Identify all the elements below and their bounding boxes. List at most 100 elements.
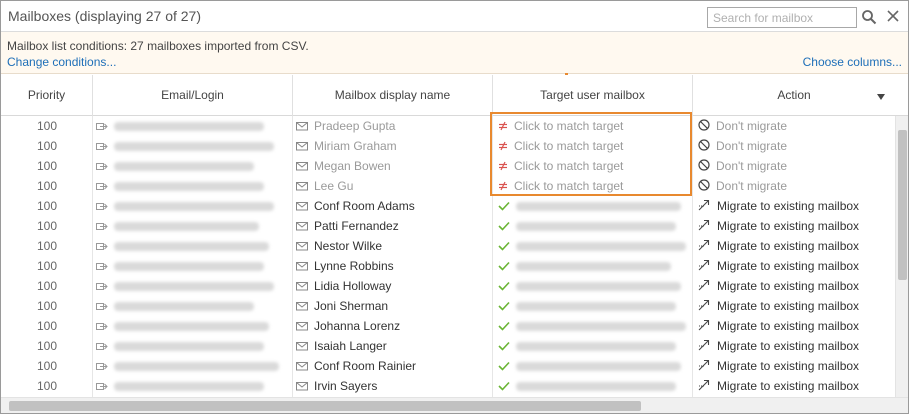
table-row[interactable]: 100 Irvin Sayers Migrate to existing mailb…	[1, 376, 895, 396]
table-row[interactable]: 100 Lynne Robbins Migrate to existing mail…	[1, 256, 895, 276]
prohibit-icon	[698, 117, 710, 136]
table-row[interactable]: 100 Conf Room Adams Migrate to existing ma…	[1, 196, 895, 216]
target-cell[interactable]: Click to match target	[493, 116, 693, 136]
envelope-icon	[296, 297, 308, 316]
redacted-target	[516, 202, 681, 212]
redacted-target	[516, 362, 681, 372]
table-row[interactable]: 100 Patti Fernandez Migrate to existing ma…	[1, 216, 895, 236]
email-cell	[93, 376, 293, 396]
vertical-scrollbar-thumb[interactable]	[898, 130, 907, 280]
match-target-link[interactable]: Click to match target	[514, 139, 623, 153]
action-cell[interactable]: Migrate to existing mailbox	[693, 376, 895, 396]
display-name-cell: Johanna Lorenz	[293, 316, 493, 336]
table-row[interactable]: 100 Johanna Lorenz Migrate to existing mai…	[1, 316, 895, 336]
not-equal-icon	[498, 117, 508, 136]
priority-cell: 100	[36, 119, 58, 133]
action-text: Migrate to existing mailbox	[717, 379, 860, 393]
table-row[interactable]: 100 Nestor Wilke Migrate to existing mailb…	[1, 236, 895, 256]
redacted-email	[114, 182, 264, 192]
action-cell[interactable]: Migrate to existing mailbox	[693, 256, 895, 276]
migrate-arrows-icon	[698, 317, 711, 336]
column-header-email[interactable]: Email/Login	[93, 75, 293, 116]
search-icon[interactable]	[861, 9, 877, 25]
envelope-icon	[296, 117, 308, 136]
display-name-cell: Patti Fernandez	[293, 216, 493, 236]
migrate-arrows-icon	[698, 337, 711, 356]
column-header-action[interactable]: Action	[693, 75, 895, 116]
action-cell[interactable]: Don't migrate	[693, 156, 895, 176]
vertical-scrollbar[interactable]	[895, 116, 908, 397]
search-input[interactable]	[707, 7, 857, 28]
match-target-link[interactable]: Click to match target	[514, 159, 623, 173]
target-cell	[493, 236, 693, 256]
action-text: Migrate to existing mailbox	[717, 299, 860, 313]
display-name-cell: Conf Room Rainier	[293, 356, 493, 376]
action-text: Don't migrate	[716, 179, 787, 193]
match-target-link[interactable]: Click to match target	[514, 179, 623, 193]
column-header-priority[interactable]: Priority	[1, 75, 93, 116]
email-cell	[93, 296, 293, 316]
check-icon	[498, 217, 510, 236]
target-cell[interactable]: Click to match target	[493, 136, 693, 156]
table-row[interactable]: 100 Lidia Holloway Migrate to existing mai…	[1, 276, 895, 296]
column-header-display-name[interactable]: Mailbox display name	[293, 75, 493, 116]
email-cell	[93, 196, 293, 216]
migrate-arrows-icon	[698, 237, 711, 256]
horizontal-scrollbar-thumb[interactable]	[9, 401, 641, 411]
redacted-email	[114, 382, 264, 392]
envelope-icon	[296, 277, 308, 296]
migrate-arrows-icon	[698, 357, 711, 376]
mailboxes-window: Mailboxes (displaying 27 of 27) Mailbox …	[0, 0, 909, 414]
redacted-target	[516, 282, 681, 292]
email-cell	[93, 276, 293, 296]
display-name-cell: Lidia Holloway	[293, 276, 493, 296]
action-text: Migrate to existing mailbox	[717, 319, 860, 333]
table-row[interactable]: 100 Isaiah Langer Migrate to existing mail…	[1, 336, 895, 356]
change-conditions-link[interactable]: Change conditions...	[7, 55, 116, 69]
table-row[interactable]: 100 Miriam Graham Click to match target Don…	[1, 136, 895, 156]
action-cell[interactable]: Migrate to existing mailbox	[693, 196, 895, 216]
action-cell[interactable]: Don't migrate	[693, 116, 895, 136]
action-text: Don't migrate	[716, 139, 787, 153]
table-row[interactable]: 100 Conf Room Rainier Migrate to existing …	[1, 356, 895, 376]
display-name-text: Conf Room Rainier	[314, 359, 417, 373]
match-target-link[interactable]: Click to match target	[514, 119, 623, 133]
display-name-text: Miriam Graham	[314, 139, 397, 153]
column-header-target[interactable]: Target user mailbox	[493, 75, 693, 116]
email-cell	[93, 136, 293, 156]
envelope-icon	[296, 237, 308, 256]
action-cell[interactable]: Don't migrate	[693, 136, 895, 156]
table-row[interactable]: 100 Megan Bowen Click to match target Don't…	[1, 156, 895, 176]
horizontal-scrollbar[interactable]	[1, 397, 908, 413]
email-cell	[93, 256, 293, 276]
display-name-text: Lidia Holloway	[314, 279, 392, 293]
redacted-email	[114, 202, 274, 212]
action-cell[interactable]: Migrate to existing mailbox	[693, 236, 895, 256]
action-cell[interactable]: Migrate to existing mailbox	[693, 336, 895, 356]
email-cell	[93, 216, 293, 236]
action-cell[interactable]: Migrate to existing mailbox	[693, 356, 895, 376]
choose-columns-link[interactable]: Choose columns...	[803, 55, 902, 69]
target-cell[interactable]: Click to match target	[493, 176, 693, 196]
not-equal-icon	[498, 177, 508, 196]
action-cell[interactable]: Don't migrate	[693, 176, 895, 196]
priority-cell: 100	[36, 159, 58, 173]
priority-cell: 100	[36, 359, 58, 373]
arrow-right-box-icon	[96, 117, 108, 136]
action-text: Don't migrate	[716, 159, 787, 173]
close-icon[interactable]	[886, 9, 900, 23]
action-cell[interactable]: Migrate to existing mailbox	[693, 216, 895, 236]
action-cell[interactable]: Migrate to existing mailbox	[693, 276, 895, 296]
table-row[interactable]: 100 Pradeep Gupta Click to match target Don…	[1, 116, 895, 136]
target-cell[interactable]: Click to match target	[493, 156, 693, 176]
arrow-right-box-icon	[96, 317, 108, 336]
table-row[interactable]: 100 Lee Gu Click to match target Don't migr…	[1, 176, 895, 196]
check-icon	[498, 297, 510, 316]
table-header: Priority Email/Login Mailbox display nam…	[1, 75, 908, 116]
table-row[interactable]: 100 Joni Sherman Migrate to existing mailb…	[1, 296, 895, 316]
prohibit-icon	[698, 157, 710, 176]
action-cell[interactable]: Migrate to existing mailbox	[693, 316, 895, 336]
action-cell[interactable]: Migrate to existing mailbox	[693, 296, 895, 316]
conditions-text: Mailbox list conditions: 27 mailboxes im…	[7, 39, 309, 53]
triangle-down-icon[interactable]	[876, 91, 886, 101]
